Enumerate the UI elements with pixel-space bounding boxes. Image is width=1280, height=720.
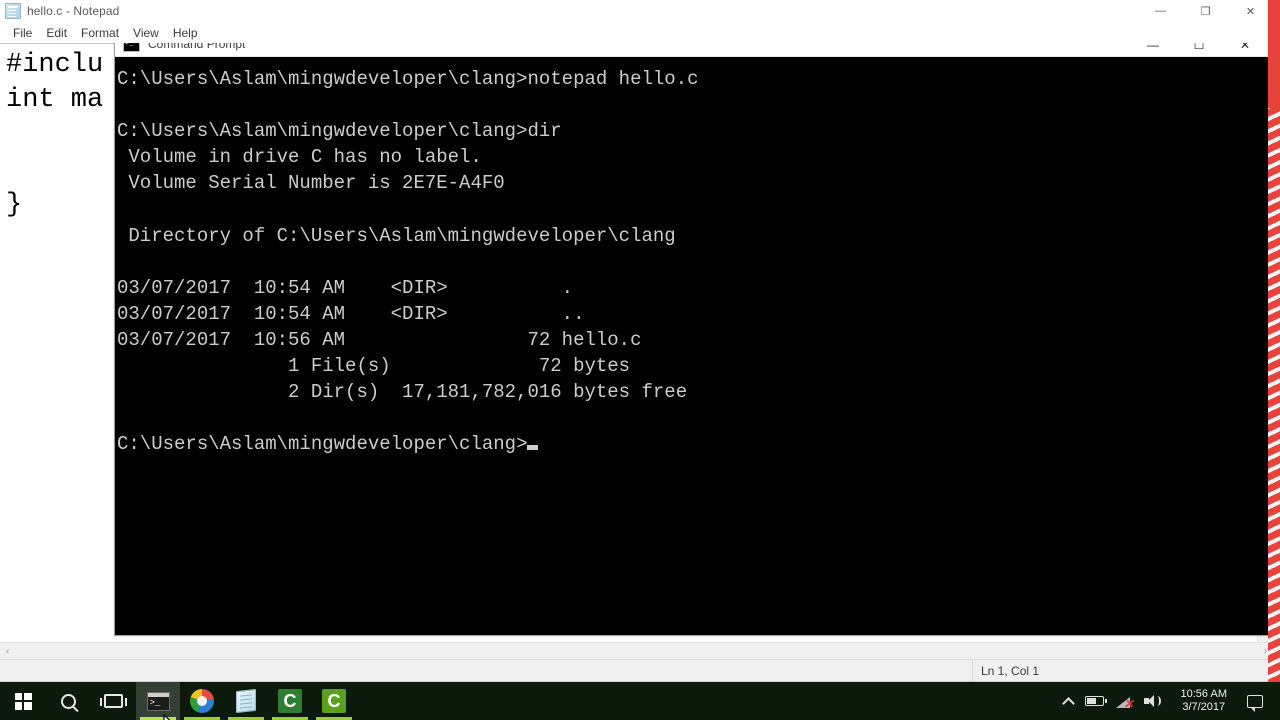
taskbar-item-notepad[interactable] [224, 682, 268, 720]
system-tray: ✕ 10:56 AM 3/7/2017 [1058, 682, 1280, 720]
notepad-document-text: #inclu int ma } [6, 50, 104, 220]
search-icon [61, 693, 76, 709]
clock-date: 3/7/2017 [1182, 701, 1226, 713]
notepad-maximize-button[interactable]: ❐ [1183, 0, 1228, 22]
battery-button[interactable] [1079, 682, 1110, 720]
search-button[interactable] [46, 682, 91, 720]
scroll-right-arrow-icon[interactable]: › [1258, 646, 1273, 657]
desktop-screen: hello.c - Notepad — ❐ ✕ File Edit Format… [0, 0, 1280, 720]
windows-logo-icon [14, 692, 32, 710]
taskbar-item-browser[interactable] [180, 682, 224, 720]
battery-icon [1084, 696, 1107, 706]
console-scrollback: C:\Users\Aslam\mingwdeveloper\clang>note… [117, 68, 699, 404]
c-app-icon: C [322, 689, 346, 713]
start-button[interactable] [0, 682, 46, 720]
notepad-horizontal-scrollbar[interactable]: ‹ › [0, 642, 1273, 659]
network-disconnected-icon: ✕ [1115, 694, 1134, 710]
notepad-window-controls: — ❐ ✕ [1138, 0, 1273, 22]
taskbar-item-app-c-bright[interactable]: C [312, 682, 356, 720]
taskbar-item-app-c-dark[interactable]: C [268, 682, 312, 720]
notepad-minimize-button[interactable]: — [1138, 0, 1183, 22]
status-bar-spacer [0, 660, 973, 681]
volume-button[interactable] [1138, 682, 1167, 720]
menu-item-view[interactable]: View [126, 24, 166, 42]
clock: 10:56 AM 3/7/2017 [1173, 688, 1235, 714]
status-bar-position: Ln 1, Col 1 [981, 663, 1040, 678]
console-output: C:\Users\Aslam\mingwdeveloper\clang>note… [117, 66, 1268, 457]
show-desktop-button[interactable] [1269, 682, 1276, 720]
action-center-button[interactable] [1241, 682, 1269, 720]
clock-button[interactable]: 10:56 AM 3/7/2017 [1167, 682, 1241, 720]
clock-time: 10:56 AM [1180, 688, 1227, 700]
command-prompt-icon [146, 691, 170, 711]
menu-item-file[interactable]: File [6, 24, 39, 42]
task-view-icon [100, 694, 127, 708]
notepad-menubar: File Edit Format View Help [0, 22, 1273, 43]
taskbar-item-command-prompt[interactable] [136, 682, 180, 720]
c-app-icon: C [278, 689, 302, 713]
chevron-up-icon [1061, 696, 1075, 710]
notepad-title: hello.c - Notepad [27, 4, 120, 18]
console-cursor [527, 445, 539, 451]
notepad-icon [236, 688, 256, 714]
show-hidden-icons-button[interactable] [1058, 682, 1079, 720]
menu-item-format[interactable]: Format [74, 24, 126, 42]
notepad-icon [5, 3, 21, 19]
action-center-icon [1247, 694, 1263, 712]
notepad-close-button[interactable]: ✕ [1228, 0, 1273, 22]
notepad-status-bar: Ln 1, Col 1 [0, 659, 1273, 681]
taskbar[interactable]: C C ✕ 10:56 AM 3/7/2017 [0, 682, 1280, 720]
network-button[interactable]: ✕ [1110, 682, 1138, 720]
browser-icon [190, 689, 214, 713]
scroll-left-arrow-icon[interactable]: ‹ [0, 646, 15, 657]
notepad-titlebar[interactable]: hello.c - Notepad — ❐ ✕ [0, 0, 1273, 22]
command-prompt-console[interactable]: C:\Users\Aslam\mingwdeveloper\clang>note… [115, 57, 1268, 635]
command-prompt-window[interactable]: Command Prompt — ☐ ✕ C:\Users\Aslam\ming… [114, 31, 1269, 636]
menu-item-help[interactable]: Help [166, 24, 205, 42]
menu-item-edit[interactable]: Edit [39, 24, 74, 42]
console-prompt: C:\Users\Aslam\mingwdeveloper\clang> [117, 433, 528, 456]
task-view-button[interactable] [91, 682, 136, 720]
volume-icon [1143, 694, 1161, 708]
